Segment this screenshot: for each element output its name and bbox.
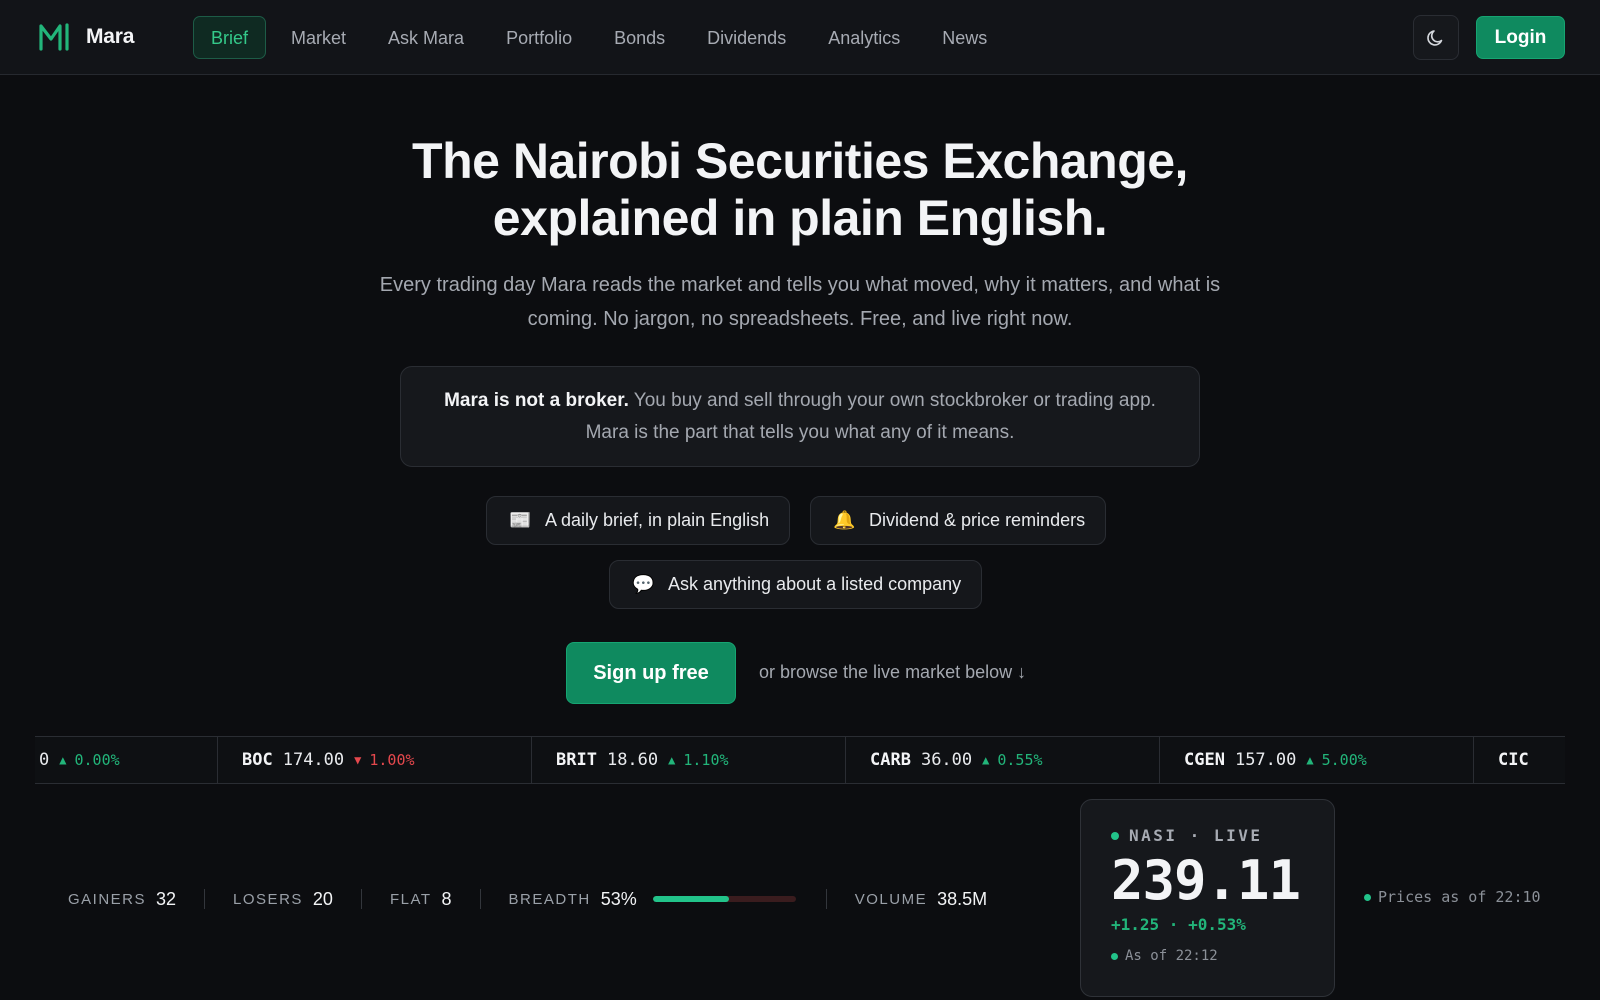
arrow-up-icon: ▲ [982,753,990,767]
status-dot-icon [1364,893,1371,901]
gainers-value: 32 [156,888,177,909]
divider [825,889,827,909]
feature-pill-ask[interactable]: 💬 Ask anything about a listed company [609,560,983,609]
ticker-price: 36.00 [920,750,973,770]
ticker-change: 5.00% [1321,751,1367,769]
nav-item-market[interactable]: Market [270,16,367,59]
ticker-change: 1.10% [683,751,729,769]
ticker-price: 18.60 [606,750,659,770]
losers-value: 20 [312,888,333,909]
stat-gainers: GAINERS 32 [68,889,176,910]
hero-title-line-1: The Nairobi Securities Exchange, [412,133,1188,189]
stat-breadth: BREADTH 53% [509,889,796,910]
stat-losers: LOSERS 20 [233,889,333,910]
ticker-price: 0 [39,750,50,770]
live-dot-icon [1111,831,1119,840]
status-dot-icon [1111,952,1118,960]
signup-button[interactable]: Sign up free [566,642,736,704]
divider [360,889,362,909]
feature-label: Dividend & price reminders [869,510,1086,530]
login-button[interactable]: Login [1476,16,1565,59]
flat-label: FLAT [389,890,432,908]
ticker-item[interactable]: BRIT 18.60 ▲ 1.10% [532,737,846,783]
breadth-label: BREADTH [508,890,591,908]
ticker-item[interactable]: BOC 174.00 ▼ 1.00% [218,737,532,783]
ticker-change: 0.00% [74,751,120,769]
ticker-symbol: BOC [242,750,273,770]
volume-label: VOLUME [854,890,928,908]
nav-item-news[interactable]: News [921,16,1008,59]
divider [204,889,206,909]
ticker-item[interactable]: CIC [1474,737,1565,783]
flat-value: 8 [441,888,452,909]
nasi-label: NASI · LIVE [1129,826,1263,845]
nav-item-dividends[interactable]: Dividends [686,16,807,59]
speech-bubble-icon: 💬 [632,574,655,594]
broker-notice: Mara is not a broker. You buy and sell t… [400,366,1200,467]
losers-label: LOSERS [233,890,303,908]
nav-item-portfolio[interactable]: Portfolio [485,16,593,59]
nasi-header: NASI · LIVE [1111,826,1334,845]
feature-pill-reminders[interactable]: 🔔 Dividend & price reminders [810,496,1107,545]
prices-as-of: Prices as of 22:10 [1364,888,1541,906]
nasi-as-of-text: As of 22:12 [1125,948,1218,964]
nav-item-ask-mara[interactable]: Ask Mara [367,16,485,59]
ticker-change: 0.55% [997,751,1043,769]
market-stats: GAINERS 32 LOSERS 20 FLAT 8 BREADTH 53% … [68,884,987,914]
ticker-item[interactable]: CGEN 157.00 ▲ 5.00% [1160,737,1474,783]
arrow-down-icon: ▼ [354,753,362,767]
breadth-value: 53% [600,888,637,909]
ticker-price: 174.00 [282,750,345,770]
stock-ticker[interactable]: 0 ▲ 0.00% BOC 174.00 ▼ 1.00% BRIT 18.60 ▲ 1.10% CAR… [35,736,1565,784]
arrow-up-icon: ▲ [59,753,67,767]
ticker-price: 157.00 [1234,750,1297,770]
brand[interactable]: Mara [38,22,134,52]
divider [479,889,481,909]
ticker-item[interactable]: CARB 36.00 ▲ 0.55% [846,737,1160,783]
ticker-track: 0 ▲ 0.00% BOC 174.00 ▼ 1.00% BRIT 18.60 ▲ 1.10% CAR… [35,737,1565,783]
moon-icon [1427,29,1443,46]
breadth-bar [652,896,796,902]
hero-subtitle: Every trading day Mara reads the market … [379,274,1221,330]
notice-text: You buy and sell through your own stockb… [585,390,1156,443]
brand-name: Mara [86,25,135,48]
nasi-index-card[interactable]: NASI · LIVE 239.11 +1.25 · +0.53% As of … [1080,799,1335,997]
feature-pill-daily-brief[interactable]: 📰 A daily brief, in plain English [486,496,791,545]
prices-as-of-text: Prices as of 22:10 [1378,888,1541,906]
top-nav: Mara Brief Market Ask Mara Portfolio Bon… [0,0,1600,75]
theme-toggle-button[interactable] [1413,15,1459,60]
nav-item-brief[interactable]: Brief [193,16,267,59]
browse-market-note: or browse the live market below ↓ [759,662,1027,682]
stat-flat: FLAT 8 [390,889,452,910]
notice-bold: Mara is not a broker. [444,390,629,411]
nasi-as-of: As of 22:12 [1111,948,1334,964]
nasi-value: 239.11 [1111,849,1301,912]
arrow-up-icon: ▲ [668,753,676,767]
arrow-up-icon: ▲ [1306,753,1314,767]
ticker-symbol: CIC [1498,750,1529,770]
nav-item-bonds[interactable]: Bonds [593,16,686,59]
ticker-change: 1.00% [369,751,415,769]
nav-item-analytics[interactable]: Analytics [807,16,921,59]
hero-title-line-2: explained in plain English. [492,190,1108,246]
ticker-symbol: CGEN [1184,750,1225,770]
feature-label: Ask anything about a listed company [668,574,962,594]
breadth-bar-fill [652,896,729,902]
feature-label: A daily brief, in plain English [545,510,770,530]
volume-value: 38.5M [937,888,988,909]
nasi-change: +1.25 · +0.53% [1111,915,1246,934]
stat-volume: VOLUME 38.5M [855,889,987,910]
gainers-label: GAINERS [68,890,147,908]
newspaper-icon: 📰 [509,510,532,530]
hero-title: The Nairobi Securities Exchange, explain… [0,133,1600,247]
ticker-symbol: BRIT [556,750,597,770]
mara-logo-icon [39,23,69,51]
ticker-symbol: CARB [870,750,911,770]
ticker-item[interactable]: 0 ▲ 0.00% [35,737,218,783]
nav-links: Brief Market Ask Mara Portfolio Bonds Di… [193,16,1008,59]
bell-icon: 🔔 [833,510,856,530]
